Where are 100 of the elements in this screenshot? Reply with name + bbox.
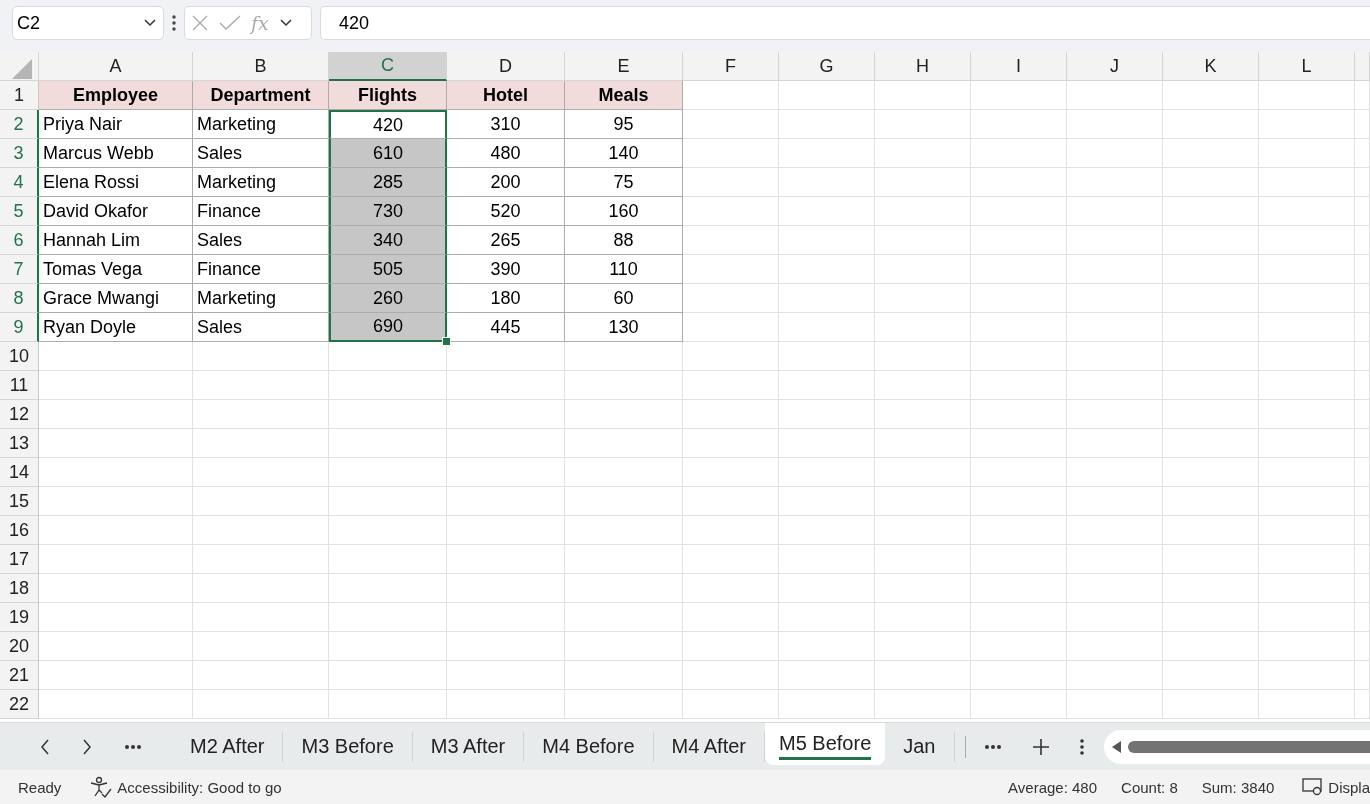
column-header[interactable]: B <box>193 52 329 81</box>
empty-cell[interactable] <box>447 458 565 487</box>
empty-cell[interactable] <box>1163 429 1259 458</box>
empty-cell[interactable] <box>683 690 779 719</box>
chevron-right-icon[interactable] <box>82 737 92 756</box>
empty-cell[interactable] <box>1259 690 1355 719</box>
empty-cell[interactable] <box>875 313 971 342</box>
empty-cell[interactable] <box>875 487 971 516</box>
empty-cell[interactable] <box>1355 197 1370 226</box>
empty-cell[interactable] <box>971 661 1067 690</box>
empty-cell[interactable] <box>1259 429 1355 458</box>
empty-cell[interactable] <box>683 371 779 400</box>
empty-cell[interactable] <box>1067 197 1163 226</box>
empty-cell[interactable] <box>971 255 1067 284</box>
empty-cell[interactable] <box>1259 168 1355 197</box>
row-header[interactable]: 13 <box>0 429 39 458</box>
formula-field[interactable]: 420 <box>320 6 1370 40</box>
empty-cell[interactable] <box>875 139 971 168</box>
empty-cell[interactable] <box>971 284 1067 313</box>
empty-cell[interactable] <box>1355 168 1370 197</box>
empty-cell[interactable] <box>193 661 329 690</box>
fill-handle[interactable] <box>442 337 451 346</box>
empty-cell[interactable] <box>683 487 779 516</box>
empty-cell[interactable] <box>683 313 779 342</box>
empty-cell[interactable] <box>1163 458 1259 487</box>
more-vertical-icon[interactable] <box>1079 737 1084 756</box>
empty-cell[interactable] <box>565 342 683 371</box>
empty-cell[interactable] <box>875 371 971 400</box>
name-box[interactable]: C2 <box>12 6 164 40</box>
empty-cell[interactable] <box>565 487 683 516</box>
column-header[interactable]: C <box>329 52 447 81</box>
horizontal-scrollbar[interactable] <box>1103 729 1370 764</box>
empty-cell[interactable] <box>971 632 1067 661</box>
empty-cell[interactable] <box>971 139 1067 168</box>
column-header[interactable]: D <box>447 52 565 81</box>
row-header[interactable]: 4 <box>0 168 39 197</box>
empty-cell[interactable] <box>565 400 683 429</box>
empty-cell[interactable] <box>779 226 875 255</box>
empty-cell[interactable] <box>1259 81 1355 110</box>
empty-cell[interactable] <box>971 574 1067 603</box>
empty-cell[interactable] <box>1163 81 1259 110</box>
empty-cell[interactable] <box>779 168 875 197</box>
empty-cell[interactable] <box>1259 371 1355 400</box>
empty-cell[interactable] <box>565 458 683 487</box>
row-header[interactable]: 1 <box>0 81 39 110</box>
empty-cell[interactable] <box>971 516 1067 545</box>
empty-cell[interactable] <box>1355 545 1370 574</box>
row-header[interactable]: 20 <box>0 632 39 661</box>
empty-cell[interactable] <box>1259 313 1355 342</box>
empty-cell[interactable] <box>1259 226 1355 255</box>
chevron-left-icon[interactable] <box>40 737 50 756</box>
empty-cell[interactable] <box>779 400 875 429</box>
column-header[interactable]: A <box>39 52 193 81</box>
empty-cell[interactable] <box>1163 545 1259 574</box>
empty-cell[interactable] <box>875 400 971 429</box>
accessibility-status[interactable]: Accessibility: Good to go <box>117 778 282 796</box>
empty-cell[interactable] <box>1259 574 1355 603</box>
empty-cell[interactable] <box>1355 632 1370 661</box>
empty-cell[interactable] <box>329 545 447 574</box>
sheet-tab[interactable]: M5 Before <box>765 722 886 765</box>
column-header[interactable]: K <box>1163 52 1259 81</box>
empty-cell[interactable] <box>329 603 447 632</box>
row-header[interactable]: 22 <box>0 690 39 719</box>
empty-cell[interactable] <box>193 487 329 516</box>
empty-cell[interactable] <box>683 342 779 371</box>
empty-cell[interactable] <box>875 458 971 487</box>
row-header[interactable]: 6 <box>0 226 39 255</box>
empty-cell[interactable] <box>1355 110 1370 139</box>
empty-cell[interactable] <box>565 429 683 458</box>
empty-cell[interactable] <box>779 313 875 342</box>
empty-cell[interactable] <box>1355 313 1370 342</box>
empty-cell[interactable] <box>875 574 971 603</box>
empty-cell[interactable] <box>1163 516 1259 545</box>
column-header[interactable]: J <box>1067 52 1163 81</box>
select-all-button[interactable] <box>0 52 39 81</box>
empty-cell[interactable] <box>683 545 779 574</box>
empty-cell[interactable] <box>779 545 875 574</box>
empty-cell[interactable] <box>1163 226 1259 255</box>
empty-cell[interactable] <box>447 632 565 661</box>
empty-cell[interactable] <box>447 661 565 690</box>
column-header[interactable]: E <box>565 52 683 81</box>
empty-cell[interactable] <box>1259 516 1355 545</box>
empty-cell[interactable] <box>447 429 565 458</box>
empty-cell[interactable] <box>971 226 1067 255</box>
empty-cell[interactable] <box>971 110 1067 139</box>
row-header[interactable]: 3 <box>0 139 39 168</box>
empty-cell[interactable] <box>1259 284 1355 313</box>
sheet-tab[interactable]: M4 Before <box>524 731 654 762</box>
empty-cell[interactable] <box>875 197 971 226</box>
empty-cell[interactable] <box>971 487 1067 516</box>
column-header[interactable]: L <box>1259 52 1355 81</box>
empty-cell[interactable] <box>1067 516 1163 545</box>
empty-cell[interactable] <box>1067 574 1163 603</box>
empty-cell[interactable] <box>875 255 971 284</box>
empty-cell[interactable] <box>683 197 779 226</box>
empty-cell[interactable] <box>193 342 329 371</box>
empty-cell[interactable] <box>1259 255 1355 284</box>
empty-cell[interactable] <box>1067 168 1163 197</box>
empty-cell[interactable] <box>329 574 447 603</box>
empty-cell[interactable] <box>193 574 329 603</box>
